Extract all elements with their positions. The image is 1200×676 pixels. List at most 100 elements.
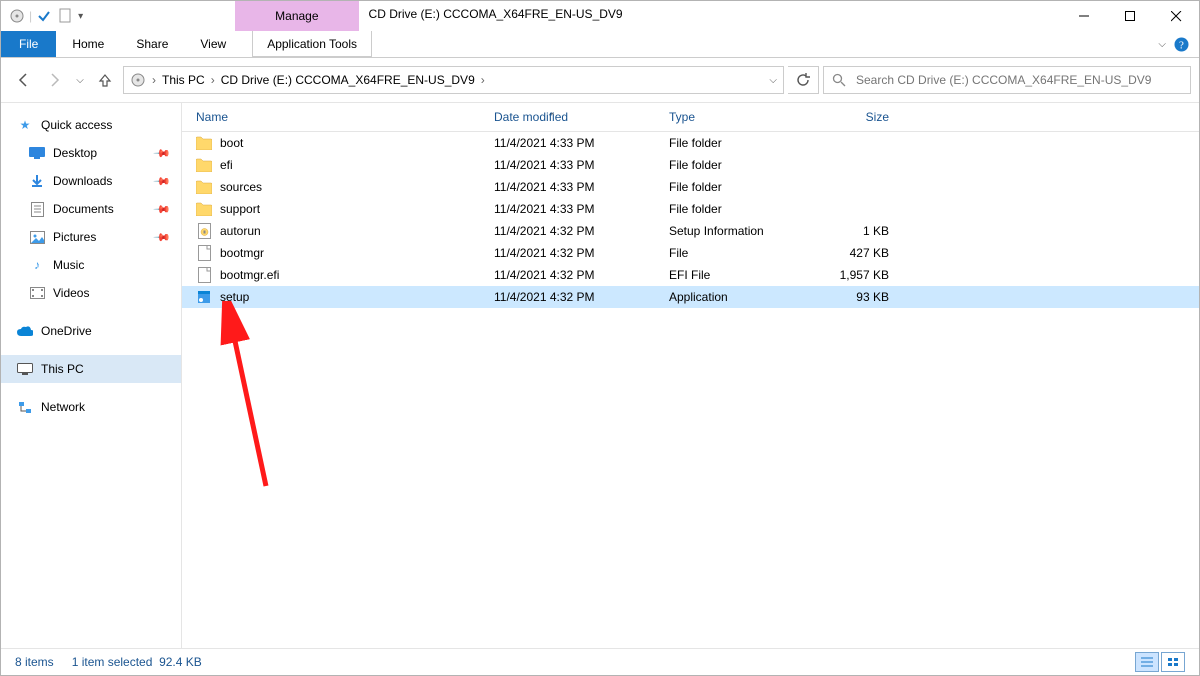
downloads-icon bbox=[29, 173, 45, 189]
file-row[interactable]: support11/4/2021 4:33 PMFile folder bbox=[182, 198, 1199, 220]
sidebar-label: Desktop bbox=[53, 146, 97, 160]
sidebar-label: This PC bbox=[41, 362, 84, 376]
sidebar-quick-access[interactable]: ★ Quick access bbox=[1, 111, 181, 139]
titlebar: | ▾ Manage CD Drive (E:) CCCOMA_X64FRE_E… bbox=[1, 1, 1199, 31]
column-headers: Name ⌃ Date modified Type Size bbox=[182, 103, 1199, 132]
recent-dropdown-icon[interactable]: ⌵ bbox=[73, 66, 87, 94]
file-row[interactable]: autorun11/4/2021 4:32 PMSetup Informatio… bbox=[182, 220, 1199, 242]
minimize-button[interactable] bbox=[1061, 1, 1107, 31]
music-icon: ♪ bbox=[29, 257, 45, 273]
file-date: 11/4/2021 4:33 PM bbox=[484, 180, 659, 194]
col-date[interactable]: Date modified bbox=[484, 110, 659, 124]
file-date: 11/4/2021 4:33 PM bbox=[484, 158, 659, 172]
file-type: File folder bbox=[659, 158, 809, 172]
chevron-right-icon[interactable]: › bbox=[152, 73, 156, 87]
file-row[interactable]: bootmgr11/4/2021 4:32 PMFile427 KB bbox=[182, 242, 1199, 264]
search-icon bbox=[832, 73, 846, 87]
breadcrumb-thispc[interactable]: This PC bbox=[162, 73, 205, 87]
file-date: 11/4/2021 4:33 PM bbox=[484, 202, 659, 216]
sidebar-pictures[interactable]: Pictures 📌 bbox=[1, 223, 181, 251]
window-title: CD Drive (E:) CCCOMA_X64FRE_EN-US_DV9 bbox=[359, 1, 633, 27]
chevron-right-icon[interactable]: › bbox=[211, 73, 215, 87]
menu-file[interactable]: File bbox=[1, 31, 56, 57]
pin-icon: 📌 bbox=[153, 172, 172, 191]
file-icon bbox=[196, 267, 212, 283]
forward-button[interactable] bbox=[41, 66, 69, 94]
sidebar-music[interactable]: ♪ Music bbox=[1, 251, 181, 279]
sidebar-label: Music bbox=[53, 258, 84, 272]
sidebar-documents[interactable]: Documents 📌 bbox=[1, 195, 181, 223]
desktop-icon bbox=[29, 145, 45, 161]
status-item-count: 8 items bbox=[15, 655, 54, 669]
ribbon-tab-manage[interactable]: Manage bbox=[235, 1, 358, 31]
file-type: File folder bbox=[659, 202, 809, 216]
drive-icon bbox=[130, 72, 146, 88]
file-type: File folder bbox=[659, 136, 809, 150]
view-large-icons-button[interactable] bbox=[1161, 652, 1185, 672]
col-type[interactable]: Type bbox=[659, 110, 809, 124]
file-size: 1,957 KB bbox=[809, 268, 899, 282]
pin-icon: 📌 bbox=[153, 200, 172, 219]
close-button[interactable] bbox=[1153, 1, 1199, 31]
back-button[interactable] bbox=[9, 66, 37, 94]
new-doc-icon[interactable] bbox=[56, 6, 76, 26]
check-icon[interactable] bbox=[34, 6, 54, 26]
sidebar-downloads[interactable]: Downloads 📌 bbox=[1, 167, 181, 195]
col-name[interactable]: Name bbox=[182, 110, 484, 124]
file-name: bootmgr bbox=[220, 246, 264, 260]
navigation-bar: ⌵ › This PC › CD Drive (E:) CCCOMA_X64FR… bbox=[1, 58, 1199, 103]
file-date: 11/4/2021 4:32 PM bbox=[484, 268, 659, 282]
file-row[interactable]: setup11/4/2021 4:32 PMApplication93 KB bbox=[182, 286, 1199, 308]
menu-share[interactable]: Share bbox=[120, 31, 184, 57]
status-selection: 1 item selected 92.4 KB bbox=[72, 655, 202, 669]
maximize-button[interactable] bbox=[1107, 1, 1153, 31]
search-input[interactable] bbox=[854, 72, 1182, 88]
star-icon: ★ bbox=[17, 117, 33, 133]
chevron-right-icon[interactable]: › bbox=[481, 73, 485, 87]
ribbon-tab-application-tools[interactable]: Application Tools bbox=[252, 31, 372, 57]
file-name: bootmgr.efi bbox=[220, 268, 279, 282]
file-name: setup bbox=[220, 290, 249, 304]
breadcrumb-current[interactable]: CD Drive (E:) CCCOMA_X64FRE_EN-US_DV9 bbox=[221, 73, 475, 87]
file-name: efi bbox=[220, 158, 233, 172]
view-details-button[interactable] bbox=[1135, 652, 1159, 672]
sidebar-network[interactable]: Network bbox=[1, 393, 181, 421]
sidebar-desktop[interactable]: Desktop 📌 bbox=[1, 139, 181, 167]
col-size[interactable]: Size bbox=[809, 110, 899, 124]
file-name: boot bbox=[220, 136, 243, 150]
address-bar[interactable]: › This PC › CD Drive (E:) CCCOMA_X64FRE_… bbox=[123, 66, 784, 94]
ribbon-collapse-icon[interactable]: ⌵ bbox=[1158, 39, 1166, 50]
up-button[interactable] bbox=[91, 66, 119, 94]
cloud-icon bbox=[17, 323, 33, 339]
sidebar-label: Documents bbox=[53, 202, 114, 216]
menu-view[interactable]: View bbox=[184, 31, 242, 57]
menu-home[interactable]: Home bbox=[56, 31, 120, 57]
file-row[interactable]: boot11/4/2021 4:33 PMFile folder bbox=[182, 132, 1199, 154]
file-list: Name ⌃ Date modified Type Size boot11/4/… bbox=[182, 103, 1199, 648]
sidebar-videos[interactable]: Videos bbox=[1, 279, 181, 307]
file-row[interactable]: efi 11/4/2021 4:33 PMFile folder bbox=[182, 154, 1199, 176]
sidebar-label: Network bbox=[41, 400, 85, 414]
file-size: 427 KB bbox=[809, 246, 899, 260]
refresh-button[interactable] bbox=[788, 66, 819, 94]
file-name: autorun bbox=[220, 224, 261, 238]
file-date: 11/4/2021 4:32 PM bbox=[484, 290, 659, 304]
pc-icon bbox=[17, 361, 33, 377]
help-icon[interactable]: ? bbox=[1174, 37, 1189, 52]
status-bar: 8 items 1 item selected 92.4 KB bbox=[1, 648, 1199, 675]
svg-text:?: ? bbox=[1179, 39, 1184, 51]
file-name: sources bbox=[220, 180, 262, 194]
sidebar-this-pc[interactable]: This PC bbox=[1, 355, 181, 383]
file-row[interactable]: bootmgr.efi11/4/2021 4:32 PMEFI File1,95… bbox=[182, 264, 1199, 286]
search-box[interactable] bbox=[823, 66, 1191, 94]
file-row[interactable]: sources11/4/2021 4:33 PMFile folder bbox=[182, 176, 1199, 198]
videos-icon bbox=[29, 285, 45, 301]
sidebar-label: Pictures bbox=[53, 230, 96, 244]
sidebar-onedrive[interactable]: OneDrive bbox=[1, 317, 181, 345]
folder-icon bbox=[196, 135, 212, 151]
address-dropdown-icon[interactable]: ⌵ bbox=[769, 75, 777, 86]
file-type: Setup Information bbox=[659, 224, 809, 238]
qat-dropdown-icon[interactable]: ▾ bbox=[78, 11, 83, 22]
sidebar-label: Downloads bbox=[53, 174, 112, 188]
sidebar-label: Quick access bbox=[41, 118, 112, 132]
